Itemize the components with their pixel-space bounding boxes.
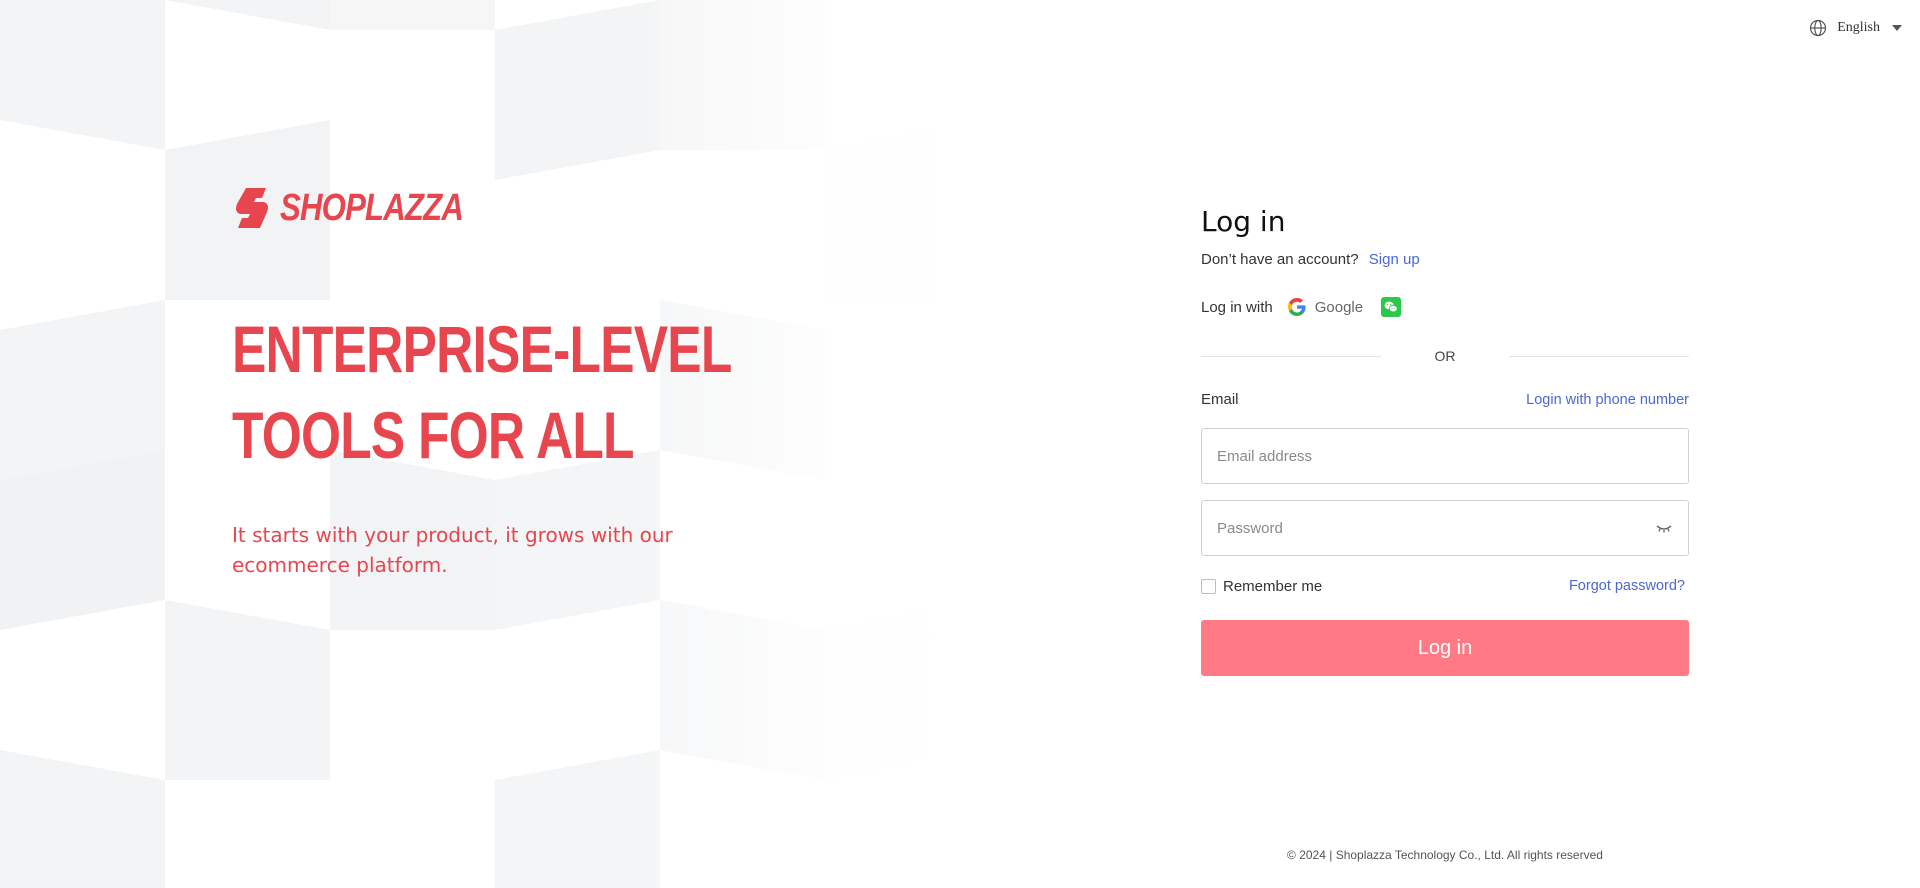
forgot-password-link[interactable]: Forgot password? [1569,578,1685,594]
wechat-icon [1384,301,1398,313]
social-login-row: Log in with Google [1201,294,1689,320]
signup-prompt: Don’t have an account? Sign up [1201,248,1689,272]
google-login-button[interactable]: Google [1287,297,1363,317]
globe-icon [1810,19,1827,37]
login-page: SHOPLAZZA ENTERPRISE-LEVEL TOOLS FOR ALL… [0,0,1920,888]
login-with-text: Log in with [1201,298,1273,316]
login-form: Log in Don’t have an account? Sign up Lo… [1201,200,1689,676]
language-selector[interactable]: English [1809,16,1902,40]
chevron-down-icon [1892,25,1902,31]
remember-me-checkbox[interactable]: Remember me [1201,578,1322,595]
google-icon [1287,298,1306,316]
login-options-row: Remember me Forgot password? [1201,576,1689,596]
hero-tagline: It starts with your product, it grows wi… [232,523,673,577]
or-divider: OR [1201,346,1689,366]
signup-link[interactable]: Sign up [1369,251,1420,268]
hero-headline: ENTERPRISE-LEVEL TOOLS FOR ALL [232,306,852,478]
brand-name: SHOPLAZZA [280,187,464,229]
hero-headline-line-2: TOOLS FOR ALL [232,398,634,472]
remember-me-label: Remember me [1223,577,1323,595]
checkbox-box[interactable] [1201,578,1216,594]
shoplazza-logo-icon [236,188,268,228]
hero-headline-line-1: ENTERPRISE-LEVEL [232,312,732,386]
email-label-row: Email Login with phone number [1201,390,1689,410]
password-field[interactable] [1202,501,1688,555]
email-field[interactable] [1202,429,1688,483]
email-field-wrapper [1201,428,1689,484]
login-title: Log in [1201,205,1286,238]
language-label: English [1837,20,1880,35]
divider-line-right [1509,355,1689,357]
login-submit-button[interactable]: Log in [1201,620,1689,676]
hero-panel: SHOPLAZZA ENTERPRISE-LEVEL TOOLS FOR ALL… [0,0,980,888]
phone-login-link[interactable]: Login with phone number [1526,390,1689,410]
google-label: Google [1314,298,1364,316]
footer-copyright: © 2024 | Shoplazza Technology Co., Ltd. … [1287,848,1603,862]
email-label: Email [1201,391,1239,408]
wechat-login-button[interactable] [1381,297,1402,317]
password-field-wrapper [1201,500,1689,556]
or-text: OR [1434,348,1456,364]
eye-closed-icon[interactable] [1656,524,1672,534]
no-account-text: Don’t have an account? [1201,251,1359,268]
brand-logo: SHOPLAZZA [232,186,503,230]
divider-line-left [1201,355,1381,357]
